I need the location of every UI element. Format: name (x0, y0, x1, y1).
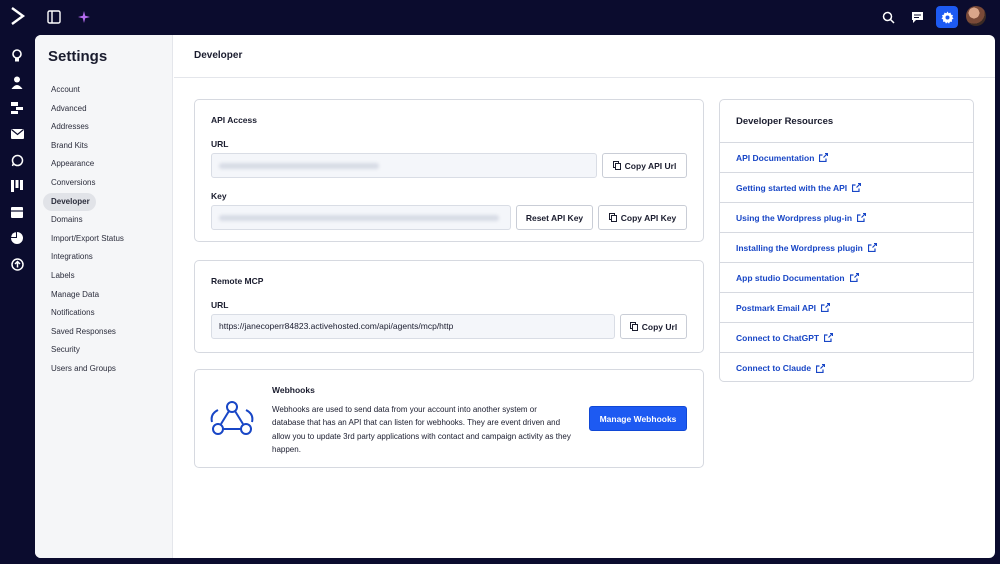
api-access-card: API Access URL Copy API Url Key Reset AP… (194, 99, 704, 242)
sidebar-item-developer[interactable]: Developer (43, 192, 96, 212)
sidebar-item-advanced[interactable]: Advanced (43, 100, 167, 119)
api-url-redacted (219, 163, 379, 169)
contacts-icon[interactable] (9, 74, 25, 90)
avatar[interactable] (966, 6, 986, 26)
external-link-icon (819, 153, 829, 162)
top-bar (0, 0, 1000, 34)
external-link-icon (816, 363, 826, 373)
copy-api-url-label: Copy API Url (624, 160, 677, 171)
sidebar-item-users-and-groups[interactable]: Users and Groups (43, 360, 167, 379)
pipelines-icon[interactable] (9, 178, 25, 194)
resource-link-getting-started[interactable]: Getting started with the API (720, 173, 973, 203)
copy-mcp-url-button[interactable]: Copy Url (620, 314, 687, 339)
sidebar-item-security[interactable]: Security (43, 341, 167, 360)
copy-icon (612, 161, 621, 170)
search-icon[interactable] (877, 6, 899, 28)
copy-api-url-button[interactable]: Copy API Url (602, 153, 687, 178)
external-link-icon (821, 303, 830, 312)
remote-mcp-title: Remote MCP (211, 276, 264, 286)
webhooks-icon (210, 398, 254, 438)
sidebar-item-notifications[interactable]: Notifications (43, 304, 167, 323)
gear-icon[interactable] (936, 6, 958, 28)
resource-link-label: Getting started with the API (736, 182, 848, 193)
sidebar-item-domains[interactable]: Domains (43, 211, 167, 230)
main-panel: Settings Account Advanced Addresses Bran… (35, 35, 995, 558)
left-rail (0, 34, 34, 564)
sidebar-item-manage-data[interactable]: Manage Data (43, 286, 167, 305)
reset-api-key-label: Reset API Key (525, 212, 584, 223)
resource-link-label: Installing the Wordpress plugin (736, 242, 863, 253)
copy-mcp-url-label: Copy Url (641, 321, 678, 332)
sidebar-item-integrations[interactable]: Integrations (43, 248, 167, 267)
external-link-icon (824, 333, 834, 342)
copy-icon (608, 213, 617, 222)
reports-icon[interactable] (9, 230, 25, 246)
webhooks-card: Webhooks Webhooks are used to send data … (194, 369, 704, 468)
copy-icon (629, 322, 638, 331)
webhooks-description: Webhooks are used to send data from your… (272, 405, 571, 454)
api-url-label: URL (211, 139, 229, 149)
api-key-field[interactable] (211, 205, 511, 230)
settings-sidebar: Settings Account Advanced Addresses Bran… (35, 35, 173, 558)
resource-link-label: Using the Wordpress plug-in (736, 212, 853, 223)
sidebar-item-labels[interactable]: Labels (43, 267, 167, 286)
email-icon[interactable] (9, 126, 25, 142)
resource-link-installing-wordpress-plugin[interactable]: Installing the Wordpress plugin (720, 233, 973, 263)
copy-api-key-label: Copy API Key (620, 212, 677, 223)
forms-icon[interactable] (9, 204, 25, 220)
apps-icon[interactable] (9, 256, 25, 272)
automations-icon[interactable] (9, 100, 25, 116)
sidebar-toggle-icon[interactable] (44, 7, 64, 27)
sparkle-icon[interactable] (74, 7, 94, 27)
resource-link-using-wordpress-plugin[interactable]: Using the Wordpress plug-in (720, 203, 973, 233)
mcp-url-field[interactable]: https://janecoperr84823.activehosted.com… (211, 314, 615, 339)
sidebar-item-account[interactable]: Account (43, 81, 167, 100)
logo-icon[interactable] (8, 6, 28, 26)
developer-resources-card: Developer Resources API Documentation Ge… (719, 99, 974, 382)
developer-resources-title: Developer Resources (720, 100, 973, 143)
resource-link-api-documentation[interactable]: API Documentation (720, 143, 973, 173)
external-link-icon (867, 243, 877, 252)
sidebar-item-conversions[interactable]: Conversions (43, 174, 167, 193)
sidebar-item-saved-responses[interactable]: Saved Responses (43, 323, 167, 342)
api-key-redacted (219, 215, 499, 221)
remote-mcp-card: Remote MCP URL https://janecoperr84823.a… (194, 260, 704, 353)
page-title: Developer (194, 50, 243, 61)
settings-nav: Account Advanced Addresses Brand Kits Ap… (43, 81, 167, 379)
resource-link-app-studio-documentation[interactable]: App studio Documentation (720, 263, 973, 293)
sidebar-item-addresses[interactable]: Addresses (43, 118, 167, 137)
sidebar-item-brand-kits[interactable]: Brand Kits (43, 137, 167, 156)
api-access-title: API Access (211, 115, 257, 125)
resource-link-label: Connect to Claude (736, 363, 812, 373)
external-link-icon (852, 183, 862, 192)
api-url-field[interactable] (211, 153, 597, 178)
lightbulb-icon[interactable] (9, 48, 25, 64)
settings-title: Settings (48, 48, 108, 65)
sidebar-item-import-export-status[interactable]: Import/Export Status (43, 230, 167, 249)
mcp-url-label: URL (211, 300, 229, 310)
sidebar-item-appearance[interactable]: Appearance (43, 155, 167, 174)
whatsapp-icon[interactable] (9, 152, 25, 168)
manage-webhooks-button[interactable]: Manage Webhooks (589, 406, 687, 431)
external-link-icon (849, 273, 859, 282)
copy-api-key-button[interactable]: Copy API Key (598, 205, 687, 230)
resource-link-connect-to-chatgpt[interactable]: Connect to ChatGPT (720, 323, 973, 353)
resource-link-label: Connect to ChatGPT (736, 332, 820, 343)
resource-link-label: API Documentation (736, 152, 815, 163)
resource-link-label: Postmark Email API (736, 302, 816, 313)
page-header: Developer (174, 35, 995, 78)
external-link-icon (857, 213, 867, 222)
resource-link-postmark-email-api[interactable]: Postmark Email API (720, 293, 973, 323)
api-key-label: Key (211, 191, 227, 201)
reset-api-key-button[interactable]: Reset API Key (516, 205, 593, 230)
resource-link-connect-to-claude[interactable]: Connect to Claude (720, 353, 973, 383)
resource-link-label: App studio Documentation (736, 272, 845, 283)
webhooks-title: Webhooks (272, 385, 315, 395)
chat-icon[interactable] (906, 6, 928, 28)
